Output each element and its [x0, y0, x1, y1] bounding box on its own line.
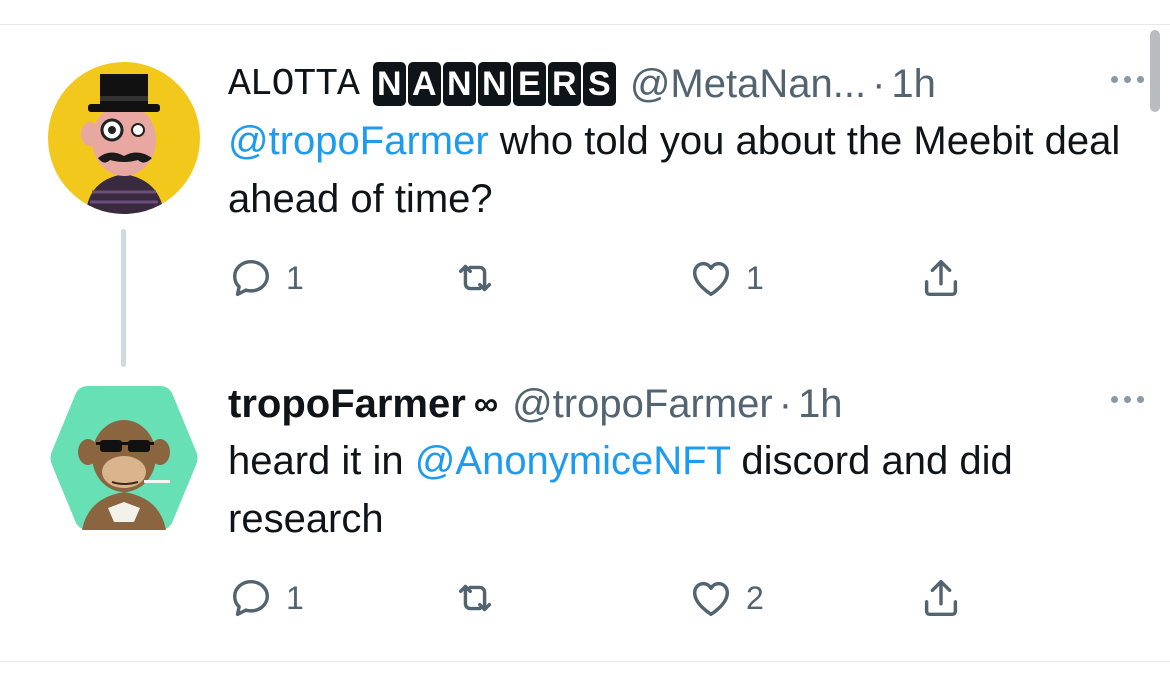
tweet-actions: 1 2 — [228, 570, 988, 626]
share-button[interactable] — [918, 250, 964, 306]
timestamp[interactable]: 1h — [798, 382, 843, 427]
infinity-badge: ∞ — [473, 384, 499, 423]
share-button[interactable] — [918, 570, 964, 626]
tweet-actions: 1 1 — [228, 250, 988, 306]
scrollbar[interactable] — [1150, 30, 1160, 112]
retweet-icon — [458, 584, 492, 612]
avatar[interactable] — [48, 62, 200, 214]
mention-link[interactable]: @tropoFarmer — [228, 119, 489, 163]
separator-dot: · — [872, 61, 886, 106]
more-options-icon[interactable] — [1111, 76, 1144, 83]
bottom-divider — [0, 661, 1170, 662]
top-divider — [0, 24, 1170, 25]
reply-button[interactable]: 1 — [228, 250, 304, 306]
tweet-text: heard it in @AnonymiceNFT discord and di… — [228, 432, 1128, 548]
author-name-boxed[interactable]: N A N N E R S — [372, 62, 616, 106]
name-letter: N — [442, 62, 476, 106]
name-letter: A — [407, 62, 441, 106]
like-count: 2 — [746, 579, 764, 616]
author-name[interactable]: tropoFarmer — [228, 382, 466, 427]
tweet[interactable]: ALOTTA N A N N E R S @MetaNan... · 1h @t… — [228, 58, 1144, 297]
retweet-button[interactable] — [452, 570, 498, 626]
heart-icon — [692, 261, 730, 297]
retweet-icon — [458, 264, 492, 292]
thread-connector-line — [121, 229, 126, 367]
reply-button[interactable]: 1 — [228, 570, 304, 626]
like-count: 1 — [746, 259, 764, 296]
name-letter: N — [372, 62, 406, 106]
name-letter: N — [477, 62, 511, 106]
tweet-text: @tropoFarmer who told you about the Meeb… — [228, 112, 1128, 228]
more-options-icon[interactable] — [1111, 396, 1144, 403]
tweet[interactable]: tropoFarmer ∞ @tropoFarmer · 1h heard it… — [228, 378, 1144, 617]
avatar[interactable] — [48, 382, 200, 534]
author-handle[interactable]: @MetaNan... — [630, 62, 866, 107]
tweet-text-segment: heard it in — [228, 439, 415, 483]
reply-count: 1 — [286, 259, 304, 296]
share-icon — [924, 259, 958, 297]
reply-icon — [232, 259, 270, 297]
heart-icon — [692, 581, 730, 617]
share-icon — [924, 579, 958, 617]
author-handle[interactable]: @tropoFarmer — [512, 382, 773, 427]
tweet-header: ALOTTA N A N N E R S @MetaNan... · 1h — [228, 58, 1128, 110]
name-letter: S — [582, 62, 616, 106]
author-name[interactable]: ALOTTA — [228, 63, 360, 106]
tweet-header: tropoFarmer ∞ @tropoFarmer · 1h — [228, 378, 1128, 430]
separator-dot: · — [778, 381, 793, 426]
name-letter: E — [512, 62, 546, 106]
retweet-button[interactable] — [452, 250, 498, 306]
like-button[interactable]: 1 — [688, 250, 764, 306]
like-button[interactable]: 2 — [688, 570, 764, 626]
name-letter: R — [547, 62, 581, 106]
reply-icon — [232, 579, 270, 617]
reply-count: 1 — [286, 579, 304, 616]
mention-link[interactable]: @AnonymiceNFT — [415, 439, 731, 483]
timestamp[interactable]: 1h — [891, 62, 936, 107]
